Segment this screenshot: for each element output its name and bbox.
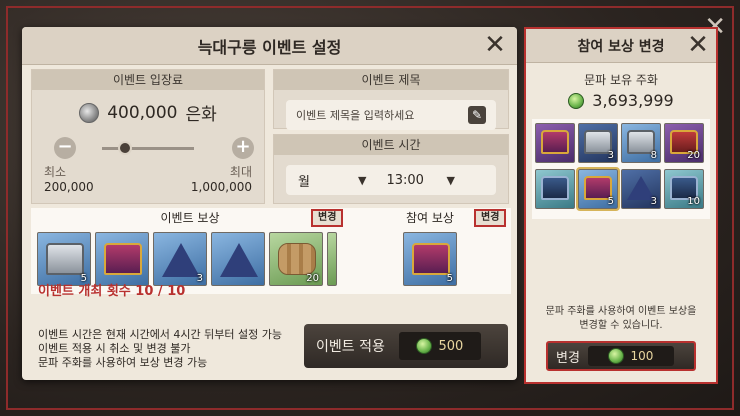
item-count: 3 — [650, 196, 657, 207]
item-count: 20 — [687, 150, 700, 161]
decrease-button[interactable]: − — [54, 137, 76, 159]
dialog-title: 늑대구릉 이벤트 설정 — [197, 37, 342, 57]
min-col: 최소 200,000 — [44, 163, 94, 194]
reward-item-purple-chest[interactable] — [95, 232, 149, 286]
side-note-line-1: 문파 주화를 사용하여 이벤트 보상을 — [545, 306, 697, 317]
purple-chest-icon — [412, 243, 450, 275]
item-count: 5 — [446, 273, 453, 284]
event-time-pane: 이벤트 시간 월 ▼ 13:00 ▼ — [273, 134, 509, 204]
dialog-header: 늑대구릉 이벤트 설정 ✕ — [22, 27, 517, 65]
event-time-header: 이벤트 시간 — [274, 135, 508, 155]
holdings-label: 문파 보유 주화 — [584, 73, 658, 87]
reward-item-prism-2[interactable] — [211, 232, 265, 286]
reward-item-prism[interactable]: 3 — [153, 232, 207, 286]
item-count: 3 — [196, 273, 203, 284]
guild-coin-icon — [416, 338, 433, 354]
max-label: 최대 — [229, 165, 252, 179]
participation-reward-change-button[interactable]: 변경 — [474, 209, 507, 227]
participation-reward-change-panel: 참여 보상 변경 ✕ 문파 보유 주화 3,693,999 3 8 20 5 3… — [524, 27, 718, 384]
entry-fee-amount: 400,000 — [107, 102, 178, 123]
day-value: 월 — [298, 174, 310, 190]
event-reward-header: 이벤트 보상 — [160, 211, 220, 225]
apply-label: 이벤트 적용 — [316, 339, 385, 355]
item-count: 5 — [607, 196, 614, 207]
time-dropdown-icon[interactable]: ▼ — [446, 174, 454, 187]
max-col: 최대 1,000,000 — [191, 163, 252, 194]
item-count: 20 — [306, 273, 319, 284]
option-item[interactable] — [535, 169, 575, 209]
option-item[interactable] — [535, 123, 575, 163]
option-item[interactable]: 10 — [664, 169, 704, 209]
side-note: 문파 주화를 사용하여 이벤트 보상을 변경할 수 있습니다. — [526, 305, 716, 333]
side-close-icon[interactable]: ✕ — [684, 31, 712, 59]
day-dropdown-icon[interactable]: ▼ — [358, 174, 366, 187]
increase-button[interactable]: + — [232, 137, 254, 159]
prism-icon — [220, 243, 258, 277]
change-label: 변경 — [556, 350, 580, 366]
event-name-header: 이벤트 제목 — [274, 70, 508, 90]
event-time-select[interactable]: 월 ▼ 13:00 ▼ — [286, 165, 496, 195]
side-title: 참여 보상 변경 — [577, 38, 665, 55]
option-item[interactable]: 3 — [578, 123, 618, 163]
option-item[interactable]: 8 — [621, 123, 661, 163]
event-reward-change-button[interactable]: 변경 — [311, 209, 344, 227]
change-reward-button[interactable]: 변경 100 — [546, 341, 696, 371]
min-value: 200,000 — [44, 180, 94, 194]
time-value: 13:00 — [386, 172, 424, 188]
item-count: 3 — [607, 150, 614, 161]
purple-chest-icon — [104, 243, 142, 275]
slider-knob[interactable] — [118, 141, 132, 155]
item-count: 8 — [650, 150, 657, 161]
reward-option-grid: 3 8 20 5 3 10 — [532, 119, 710, 219]
slider-track[interactable] — [102, 147, 194, 150]
apply-cost: 500 — [398, 332, 481, 360]
option-item[interactable]: 3 — [621, 169, 661, 209]
guild-coin-icon — [608, 348, 625, 364]
pencil-icon[interactable]: ✎ — [468, 106, 486, 124]
purple-chest-icon — [541, 130, 569, 154]
event-name-pane: 이벤트 제목 이벤트 제목을 입력하세요 ✎ — [273, 69, 509, 130]
min-label: 최소 — [44, 165, 67, 179]
option-item-selected[interactable]: 5 — [576, 167, 620, 211]
guild-holdings: 문파 보유 주화 3,693,999 — [526, 71, 716, 110]
participation-item-purple-chest[interactable]: 5 — [403, 232, 457, 286]
event-count-text: 이벤트 개최 횟수 10 / 10 — [38, 284, 186, 299]
silver-coin-icon — [79, 102, 100, 123]
holdings-value: 3,693,999 — [592, 91, 674, 110]
event-name-placeholder: 이벤트 제목을 입력하세요 — [296, 109, 415, 122]
max-value: 1,000,000 — [190, 180, 252, 194]
wood-log-icon — [278, 243, 316, 275]
apply-event-button[interactable]: 이벤트 적용 500 — [304, 324, 508, 368]
reward-item-silver-chest[interactable]: 5 — [37, 232, 91, 286]
item-count: 10 — [687, 196, 700, 207]
side-note-line-2: 변경할 수 있습니다. — [579, 320, 663, 331]
silver-chest-icon — [46, 243, 84, 275]
holdings-row: 3,693,999 — [526, 91, 716, 110]
prism-icon — [162, 243, 200, 277]
change-cost-value: 100 — [630, 349, 654, 363]
reward-item-partial — [327, 232, 337, 286]
entry-fee-slider: − + — [32, 133, 264, 163]
guild-coin-icon — [568, 92, 585, 109]
side-header: 참여 보상 변경 ✕ — [526, 29, 716, 63]
entry-fee-header: 이벤트 입장료 — [32, 70, 264, 90]
event-name-input[interactable]: 이벤트 제목을 입력하세요 ✎ — [286, 100, 496, 130]
blue-chest-icon — [541, 176, 569, 200]
info-line-3: 문파 주화를 사용하여 보상 변경 가능 — [38, 356, 208, 369]
entry-fee-unit: 은화 — [185, 105, 217, 125]
entry-fee-pane: 이벤트 입장료 400,000 은화 − + 최소 200,000 최대 1,0… — [31, 69, 265, 204]
option-item[interactable]: 20 — [664, 123, 704, 163]
close-icon[interactable]: ✕ — [481, 31, 509, 59]
entry-fee-amount-row: 400,000 은화 — [32, 100, 264, 125]
min-max-row: 최소 200,000 최대 1,000,000 — [32, 163, 264, 194]
reward-item-wood[interactable]: 20 — [269, 232, 323, 286]
apply-cost-value: 500 — [438, 338, 464, 354]
change-cost: 100 — [587, 346, 674, 366]
